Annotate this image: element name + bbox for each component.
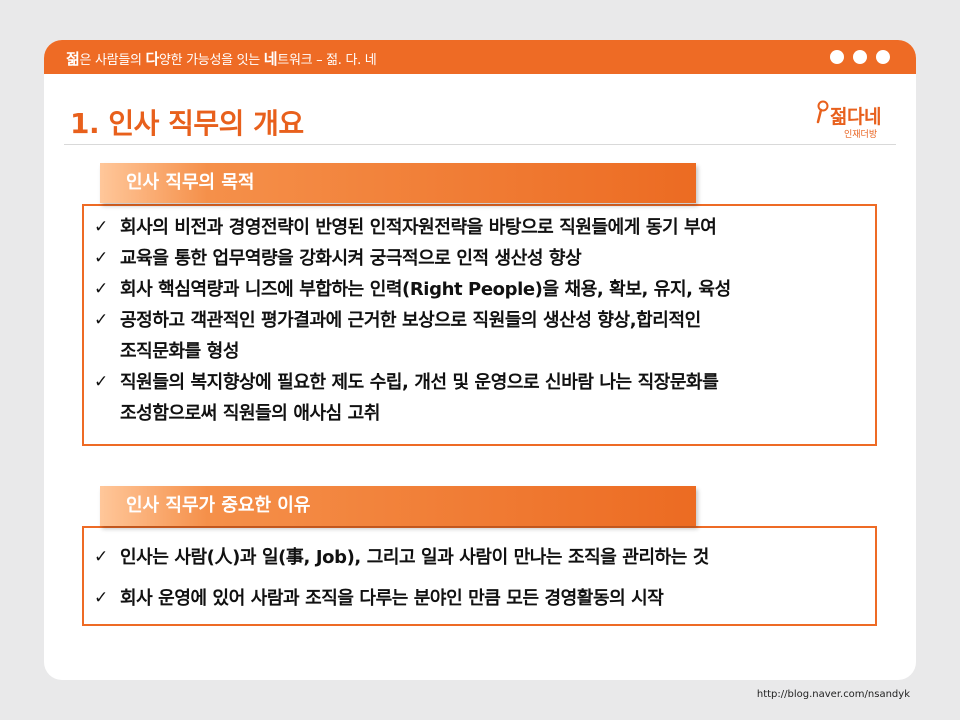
title-divider <box>64 144 896 145</box>
list-item-text: 인사는 사람(人)과 일(事, Job), 그리고 일과 사람이 만나는 조직을… <box>120 547 709 568</box>
tagline-part: 젊 <box>66 50 80 68</box>
check-icon: ✓ <box>94 248 108 268</box>
logo: 젊다네 인재더방 <box>814 98 894 142</box>
header-tagline: 젊은 사람들의 다양한 가능성을 잇는 네트워크 – 젊. 다. 네 <box>66 48 377 69</box>
slide: 젊은 사람들의 다양한 가능성을 잇는 네트워크 – 젊. 다. 네 1. 인사… <box>44 40 916 680</box>
page-title: 1. 인사 직무의 개요 <box>70 107 304 140</box>
tagline-part: 네 <box>263 50 278 68</box>
section-heading-purpose: 인사 직무의 목적 <box>100 163 696 203</box>
logo-name: 젊다네 <box>830 106 881 128</box>
list-item-text: 공정하고 객관적인 평가결과에 근거한 보상으로 직원들의 생산성 향상,합리적… <box>120 310 701 362</box>
check-icon: ✓ <box>94 310 108 330</box>
tagline-part: 다 <box>145 50 159 68</box>
list-item-text: 회사의 비전과 경영전략이 반영된 인적자원전략을 바탕으로 직원들에게 동기 … <box>120 217 717 238</box>
list-item: ✓ 교육을 통한 업무역량을 강화시켜 궁극적으로 인적 생산성 향상 <box>84 243 875 274</box>
tagline-part: 양한 가능성을 잇는 <box>159 53 264 68</box>
importance-list-box: ✓ 인사는 사람(人)과 일(事, Job), 그리고 일과 사람이 만나는 조직… <box>82 526 877 626</box>
importance-list: ✓ 인사는 사람(人)과 일(事, Job), 그리고 일과 사람이 만나는 조직… <box>84 542 875 614</box>
list-item-text: 회사 운영에 있어 사람과 조직을 다루는 분야인 만큼 모든 경영활동의 시작 <box>120 588 664 609</box>
check-icon: ✓ <box>94 372 108 392</box>
list-item-text: 교육을 통한 업무역량을 강화시켜 궁극적으로 인적 생산성 향상 <box>120 248 582 269</box>
dot-icon <box>830 50 844 64</box>
tagline-part: 트워크 – 젊. 다. 네 <box>277 53 377 68</box>
dot-icon <box>876 50 890 64</box>
list-item: ✓ 공정하고 객관적인 평가결과에 근거한 보상으로 직원들의 생산성 향상,합리… <box>84 305 875 367</box>
list-item-text: 직원들의 복지향상에 필요한 제도 수립, 개선 및 운영으로 신바람 나는 직… <box>120 372 719 424</box>
dot-icon <box>853 50 867 64</box>
window-dots <box>830 50 890 64</box>
check-icon: ✓ <box>94 588 108 608</box>
purpose-list: ✓ 회사의 비전과 경영전략이 반영된 인적자원전략을 바탕으로 직원들에게 동기… <box>84 212 875 429</box>
list-item-text: 회사 핵심역량과 니즈에 부합하는 인력(Right People)을 채용, … <box>120 279 731 300</box>
header-bar: 젊은 사람들의 다양한 가능성을 잇는 네트워크 – 젊. 다. 네 <box>44 40 916 74</box>
list-item: ✓ 회사의 비전과 경영전략이 반영된 인적자원전략을 바탕으로 직원들에게 동기… <box>84 212 875 243</box>
tagline-part: 은 사람들의 <box>79 53 146 68</box>
list-item: ✓ 인사는 사람(人)과 일(事, Job), 그리고 일과 사람이 만나는 조직… <box>84 542 875 573</box>
footer-url: http://blog.naver.com/nsandyk <box>756 689 910 700</box>
purpose-list-box: ✓ 회사의 비전과 경영전략이 반영된 인적자원전략을 바탕으로 직원들에게 동기… <box>82 204 877 446</box>
microphone-icon <box>816 100 829 124</box>
check-icon: ✓ <box>94 547 108 567</box>
check-icon: ✓ <box>94 217 108 237</box>
list-item: ✓ 회사 운영에 있어 사람과 조직을 다루는 분야인 만큼 모든 경영활동의 시… <box>84 583 875 614</box>
list-item: ✓ 회사 핵심역량과 니즈에 부합하는 인력(Right People)을 채용,… <box>84 274 875 305</box>
check-icon: ✓ <box>94 279 108 299</box>
logo-subtitle: 인재더방 <box>844 130 878 140</box>
list-item: ✓ 직원들의 복지향상에 필요한 제도 수립, 개선 및 운영으로 신바람 나는 … <box>84 367 875 429</box>
section-heading-importance: 인사 직무가 중요한 이유 <box>100 486 696 526</box>
